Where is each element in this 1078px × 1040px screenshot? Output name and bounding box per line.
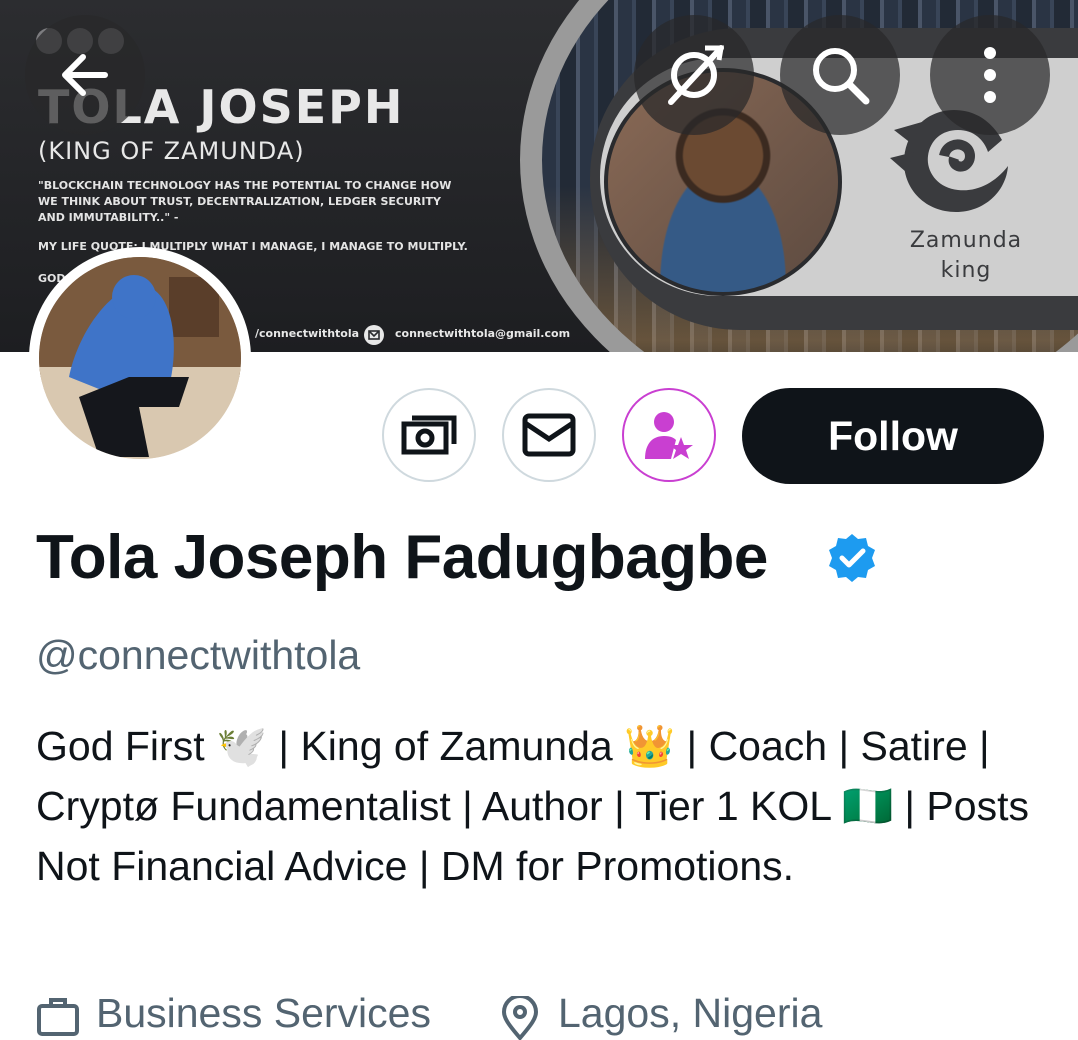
back-button[interactable] <box>25 15 145 135</box>
banner-mail-icon <box>364 325 384 345</box>
search-icon <box>813 48 870 105</box>
profile-avatar[interactable] <box>29 247 251 469</box>
banner-quote: "BLOCKCHAIN TECHNOLOGY HAS THE POTENTIAL… <box>38 179 452 224</box>
banner-contact-email: connectwithtola@gmail.com <box>395 327 571 340</box>
banner-life-quote: MY LIFE QUOTE: I MULTIPLY WHAT I MANAGE,… <box>38 240 468 253</box>
mail-icon <box>522 413 576 457</box>
banner-contact-handle: /connectwithtola <box>255 327 360 340</box>
arrow-left-icon <box>62 54 108 96</box>
profile-handle: @connectwithtola <box>36 632 361 678</box>
money-icon <box>401 415 457 455</box>
search-button[interactable] <box>780 15 900 135</box>
banner-logo-text: Zamunda king <box>909 228 1023 283</box>
message-button[interactable] <box>502 388 596 482</box>
tip-button[interactable] <box>382 388 476 482</box>
profile-bio: God First 🕊️ | King of Zamunda 👑 | Coach… <box>36 723 1029 889</box>
grok-button[interactable] <box>634 15 754 135</box>
subscribe-button[interactable] <box>622 388 716 482</box>
grok-icon <box>668 45 724 105</box>
briefcase-icon <box>37 998 79 1036</box>
profile-location: Lagos, Nigeria <box>558 990 823 1036</box>
verified-badge-icon <box>829 534 875 582</box>
profile-category[interactable]: Business Services <box>96 990 431 1037</box>
person-star-icon <box>645 412 693 459</box>
avatar-photo <box>39 257 241 459</box>
more-button[interactable] <box>930 15 1050 135</box>
location-pin-icon <box>501 996 539 1040</box>
banner-subtitle: (KING OF ZAMUNDA) <box>38 137 305 165</box>
more-vertical-icon <box>984 47 996 103</box>
follow-button[interactable]: Follow <box>742 388 1044 484</box>
profile-name: Tola Joseph Fadugbagbe <box>36 523 768 592</box>
